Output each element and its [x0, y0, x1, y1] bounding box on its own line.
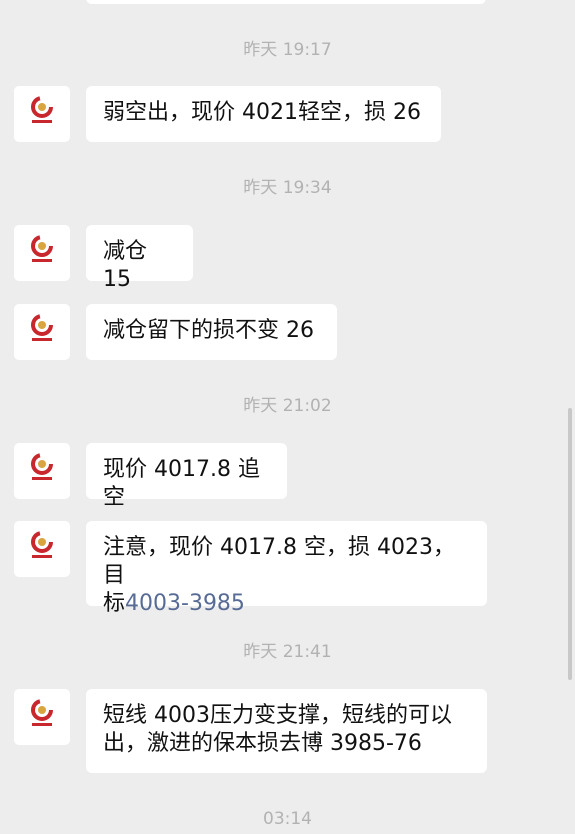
message-text: 弱空出，现价 4021轻空，损 26 — [103, 100, 421, 125]
message-bubble[interactable]: 短线 4003压力变支撑，短线的可以 出，激进的保本损去博 3985-76 — [86, 689, 487, 773]
message-text-line: 标4003-3985 — [103, 590, 470, 618]
avatar[interactable] — [14, 521, 70, 577]
number-link[interactable]: 4003-3985 — [125, 591, 245, 616]
message-text-line: 出，激进的保本损去博 3985-76 — [103, 731, 422, 756]
chuangxin-group-logo-icon — [31, 699, 53, 726]
message-bubble[interactable]: 弱空出，现价 4021轻空，损 26 — [86, 86, 441, 142]
avatar[interactable] — [14, 86, 70, 142]
message-text-line: 注意，现价 4017.8 空，损 4023，目 — [103, 535, 455, 588]
previous-message-bubble[interactable] — [86, 0, 486, 4]
avatar[interactable] — [14, 304, 70, 360]
message-text: 减仓 15 — [103, 239, 148, 292]
timestamp: 昨天 19:34 — [243, 178, 332, 198]
message-bubble[interactable]: 现价 4017.8 追空 — [86, 443, 287, 510]
avatar[interactable] — [14, 443, 70, 499]
chuangxin-group-logo-icon — [31, 235, 53, 262]
message-text-line: 短线 4003压力变支撑，短线的可以 — [103, 703, 452, 728]
message-text: 现价 4017.8 追空 — [103, 457, 260, 510]
scrollbar[interactable] — [568, 408, 572, 680]
chuangxin-group-logo-icon — [31, 96, 53, 123]
message-bubble[interactable]: 减仓留下的损不变 26 — [86, 304, 337, 360]
timestamp: 昨天 21:41 — [243, 642, 332, 662]
timestamp: 昨天 19:17 — [243, 40, 332, 60]
chuangxin-group-logo-icon — [31, 314, 53, 341]
message-bubble[interactable]: 注意，现价 4017.8 空，损 4023，目 标4003-3985 — [86, 521, 487, 616]
avatar[interactable] — [14, 689, 70, 745]
message-text: 减仓留下的损不变 26 — [103, 318, 314, 343]
chuangxin-group-logo-icon — [31, 453, 53, 480]
timestamp: 03:14 — [263, 809, 312, 829]
message-text: 标 — [103, 591, 126, 616]
avatar[interactable] — [14, 225, 70, 281]
chuangxin-group-logo-icon — [31, 531, 53, 558]
message-bubble[interactable]: 减仓 15 — [86, 225, 193, 292]
timestamp: 昨天 21:02 — [243, 396, 332, 416]
